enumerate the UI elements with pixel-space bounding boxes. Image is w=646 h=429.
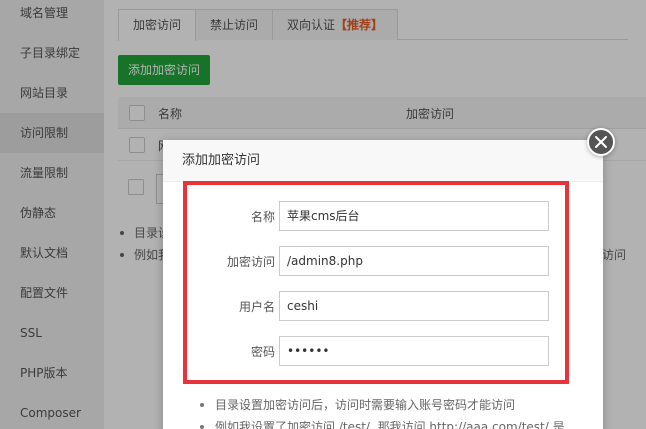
username-input[interactable]: ceshi [279,291,549,321]
dialog-note: 例如我设置了加密访问 /test/ ,那我访问 http://aaa.com/t… [197,416,565,429]
password-input[interactable]: •••••• [279,336,549,366]
dialog-notes: 目录设置加密访问后，访问时需要输入账号密码才能访问 例如我设置了加密访问 /te… [197,394,565,429]
form-row-username: 用户名 ceshi [187,291,565,321]
path-input[interactable]: /admin8.php [279,246,549,276]
password-label: 密码 [250,345,275,359]
highlight-box: 名称 苹果cms后台 加密访问 /admin8.php 用户名 ceshi 密码… [183,181,569,384]
username-label: 用户名 [238,300,275,314]
name-label: 名称 [250,210,275,224]
add-encrypted-access-dialog: 添加加密访问 名称 苹果cms后台 加密访问 /admin8.php 用户名 c… [163,140,603,429]
form-row-name: 名称 苹果cms后台 [187,201,565,231]
dialog-note: 目录设置加密访问后，访问时需要输入账号密码才能访问 [197,394,565,416]
form-row-path: 加密访问 /admin8.php [187,246,565,276]
form-row-password: 密码 •••••• [187,336,565,366]
name-input[interactable]: 苹果cms后台 [279,201,549,231]
dialog-title: 添加加密访问 [163,140,603,182]
path-label: 加密访问 [226,255,275,269]
close-icon [595,136,607,148]
close-dialog-button[interactable] [587,128,615,156]
